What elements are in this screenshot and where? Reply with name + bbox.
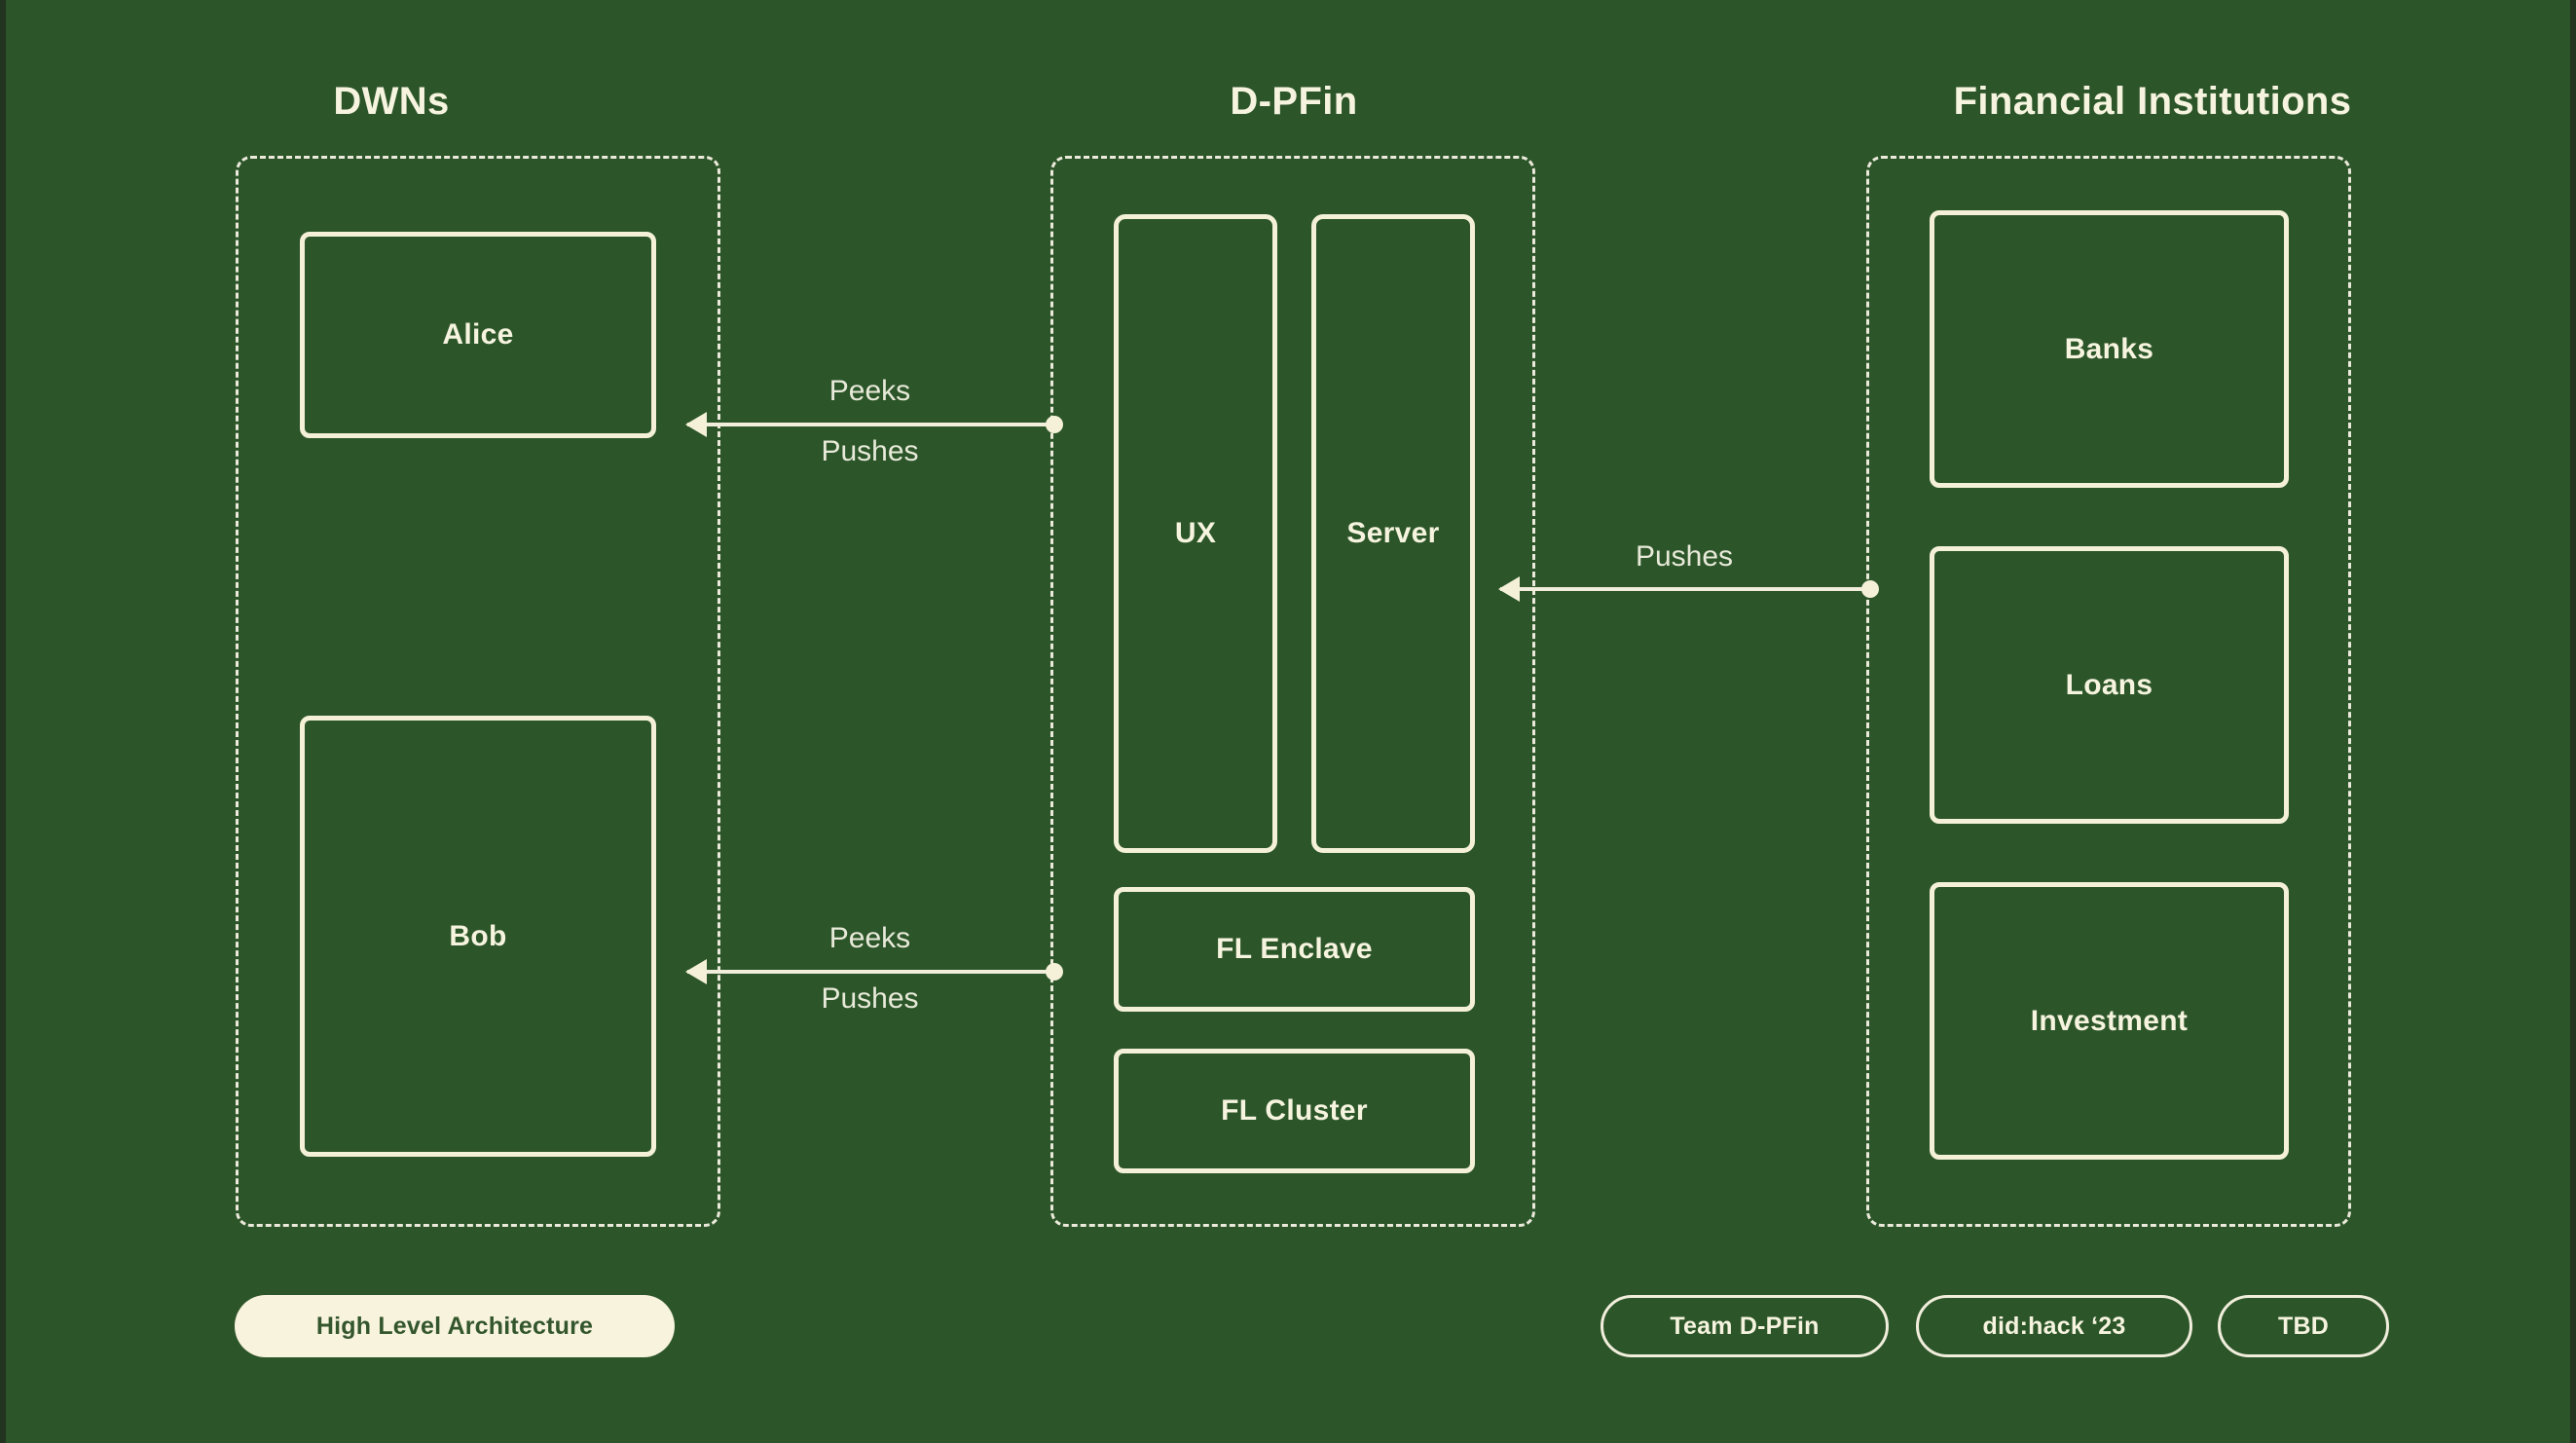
column-title-financial-institutions: Financial Institutions xyxy=(1953,80,2352,123)
edge-label-dpfin-to-bob-above: Peeks xyxy=(828,922,911,954)
edge-label-dpfin-to-alice-below: Pushes xyxy=(821,435,919,467)
edge-label-dpfin-to-alice-above: Peeks xyxy=(828,375,911,407)
connector-dpfin-to-bob xyxy=(685,959,1063,984)
diagram-canvas: DWNs D-PFin Financial Institutions Alice… xyxy=(0,0,2576,1443)
footer-pill-event-label: did:hack ‘23 xyxy=(1982,1312,2126,1340)
endpoint-dot-icon xyxy=(1046,416,1063,433)
connector-dpfin-to-alice xyxy=(685,412,1063,437)
node-bob-label: Bob xyxy=(449,919,507,952)
edge-label-dpfin-to-bob-below: Pushes xyxy=(821,982,919,1015)
node-bob[interactable]: Bob xyxy=(300,716,656,1157)
connector-institutions-to-dpfin xyxy=(1498,576,1879,602)
footer-title-pill[interactable]: High Level Architecture xyxy=(235,1295,675,1357)
footer-pill-team[interactable]: Team D-PFin xyxy=(1601,1295,1889,1357)
node-loans-label: Loans xyxy=(2065,668,2153,701)
node-loans[interactable]: Loans xyxy=(1930,546,2289,824)
node-ux-label: UX xyxy=(1174,517,1217,549)
node-ux[interactable]: UX xyxy=(1114,214,1277,853)
node-investment[interactable]: Investment xyxy=(1930,882,2289,1160)
node-server[interactable]: Server xyxy=(1311,214,1475,853)
column-title-dwns: DWNs xyxy=(333,80,450,123)
node-server-label: Server xyxy=(1346,517,1440,549)
node-fl-cluster-label: FL Cluster xyxy=(1221,1094,1368,1127)
footer-pill-team-label: Team D-PFin xyxy=(1670,1312,1820,1340)
column-title-dpfin: D-PFin xyxy=(1230,80,1358,123)
node-investment-label: Investment xyxy=(2030,1004,2189,1037)
node-fl-enclave[interactable]: FL Enclave xyxy=(1114,887,1475,1012)
arrowhead-icon xyxy=(1498,576,1520,602)
node-banks[interactable]: Banks xyxy=(1930,210,2289,488)
node-banks-label: Banks xyxy=(2064,332,2154,365)
arrowhead-icon xyxy=(685,412,707,437)
footer-pill-event[interactable]: did:hack ‘23 xyxy=(1916,1295,2192,1357)
node-fl-cluster[interactable]: FL Cluster xyxy=(1114,1049,1475,1173)
arrowhead-icon xyxy=(685,959,707,984)
endpoint-dot-icon xyxy=(1861,580,1879,598)
footer-pill-tbd[interactable]: TBD xyxy=(2218,1295,2389,1357)
endpoint-dot-icon xyxy=(1046,963,1063,980)
footer-title-pill-label: High Level Architecture xyxy=(315,1312,594,1340)
node-fl-enclave-label: FL Enclave xyxy=(1216,933,1373,965)
edge-label-institutions-to-dpfin-above: Pushes xyxy=(1635,540,1734,573)
footer-pill-tbd-label: TBD xyxy=(2278,1312,2329,1340)
